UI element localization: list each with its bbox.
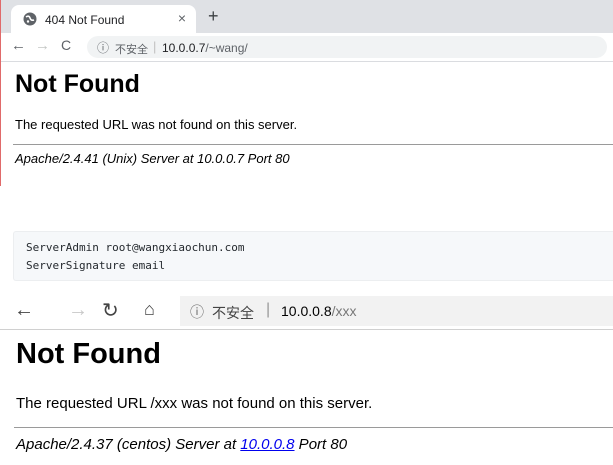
new-tab-button[interactable]: + xyxy=(208,6,219,27)
divider xyxy=(14,427,613,428)
signature-suffix: Port 80 xyxy=(294,436,348,453)
url-path: /xxx xyxy=(331,303,357,319)
error-message: The requested URL /xxx was not found on … xyxy=(16,395,373,412)
back-button[interactable]: ← xyxy=(11,37,26,54)
security-label[interactable]: 不安全 xyxy=(115,41,148,57)
page-title: Not Found xyxy=(15,70,140,98)
globe-icon xyxy=(23,12,37,26)
edge-toolbar: ← → ↻ ⌂ ⓘ 不安全 | 10.0.0.8/xxx xyxy=(0,293,613,330)
info-icon[interactable]: ⓘ xyxy=(190,302,204,322)
url-text[interactable]: 10.0.0.7/~wang/ xyxy=(162,41,248,55)
toolbar: ← → C ⓘ 不安全 | 10.0.0.7/~wang/ xyxy=(1,33,613,62)
page-title: Not Found xyxy=(16,338,161,370)
address-bar[interactable]: ⓘ 不安全 | 10.0.0.7/~wang/ xyxy=(87,36,607,58)
browser-tab[interactable]: 404 Not Found × xyxy=(11,5,196,33)
code-line: ServerSignature email xyxy=(26,259,166,272)
url-text[interactable]: 10.0.0.8/xxx xyxy=(281,303,357,319)
url-host: 10.0.0.8 xyxy=(281,303,332,319)
tab-title: 404 Not Found xyxy=(45,13,125,27)
reload-button[interactable]: C xyxy=(61,37,71,53)
divider xyxy=(13,144,613,145)
close-tab-icon[interactable]: × xyxy=(178,10,186,26)
page-content: Not Found The requested URL was not foun… xyxy=(1,62,613,186)
signature-prefix: Apache/2.4.37 (centos) Server at xyxy=(16,436,241,453)
url-host: 10.0.0.7 xyxy=(162,41,206,55)
chrome-browser-screenshot: 404 Not Found × + ← → C ⓘ 不安全 | 10.0.0.7… xyxy=(0,0,613,186)
separator: | xyxy=(266,301,271,318)
home-button[interactable]: ⌂ xyxy=(144,299,155,320)
error-message: The requested URL was not found on this … xyxy=(15,117,298,132)
info-icon[interactable]: ⓘ xyxy=(97,39,109,56)
server-signature: Apache/2.4.37 (centos) Server at 10.0.0.… xyxy=(16,436,347,453)
forward-button[interactable]: → xyxy=(35,37,50,54)
server-signature: Apache/2.4.41 (Unix) Server at 10.0.0.7 … xyxy=(15,151,290,166)
server-email-link[interactable]: 10.0.0.8 xyxy=(240,436,294,453)
address-bar[interactable]: ⓘ 不安全 | 10.0.0.8/xxx xyxy=(180,296,613,326)
url-path: /~wang/ xyxy=(205,41,248,55)
refresh-button[interactable]: ↻ xyxy=(102,298,119,323)
tab-strip: 404 Not Found × + xyxy=(1,0,613,33)
security-label[interactable]: 不安全 xyxy=(212,303,254,323)
forward-button[interactable]: → xyxy=(68,299,88,322)
back-button[interactable]: ← xyxy=(14,299,34,322)
separator: | xyxy=(153,39,157,54)
page-content: Not Found The requested URL /xxx was not… xyxy=(0,330,613,465)
code-line: ServerAdmin root@wangxiaochun.com xyxy=(26,241,245,254)
code-block: ServerAdmin root@wangxiaochun.com Server… xyxy=(13,231,613,281)
